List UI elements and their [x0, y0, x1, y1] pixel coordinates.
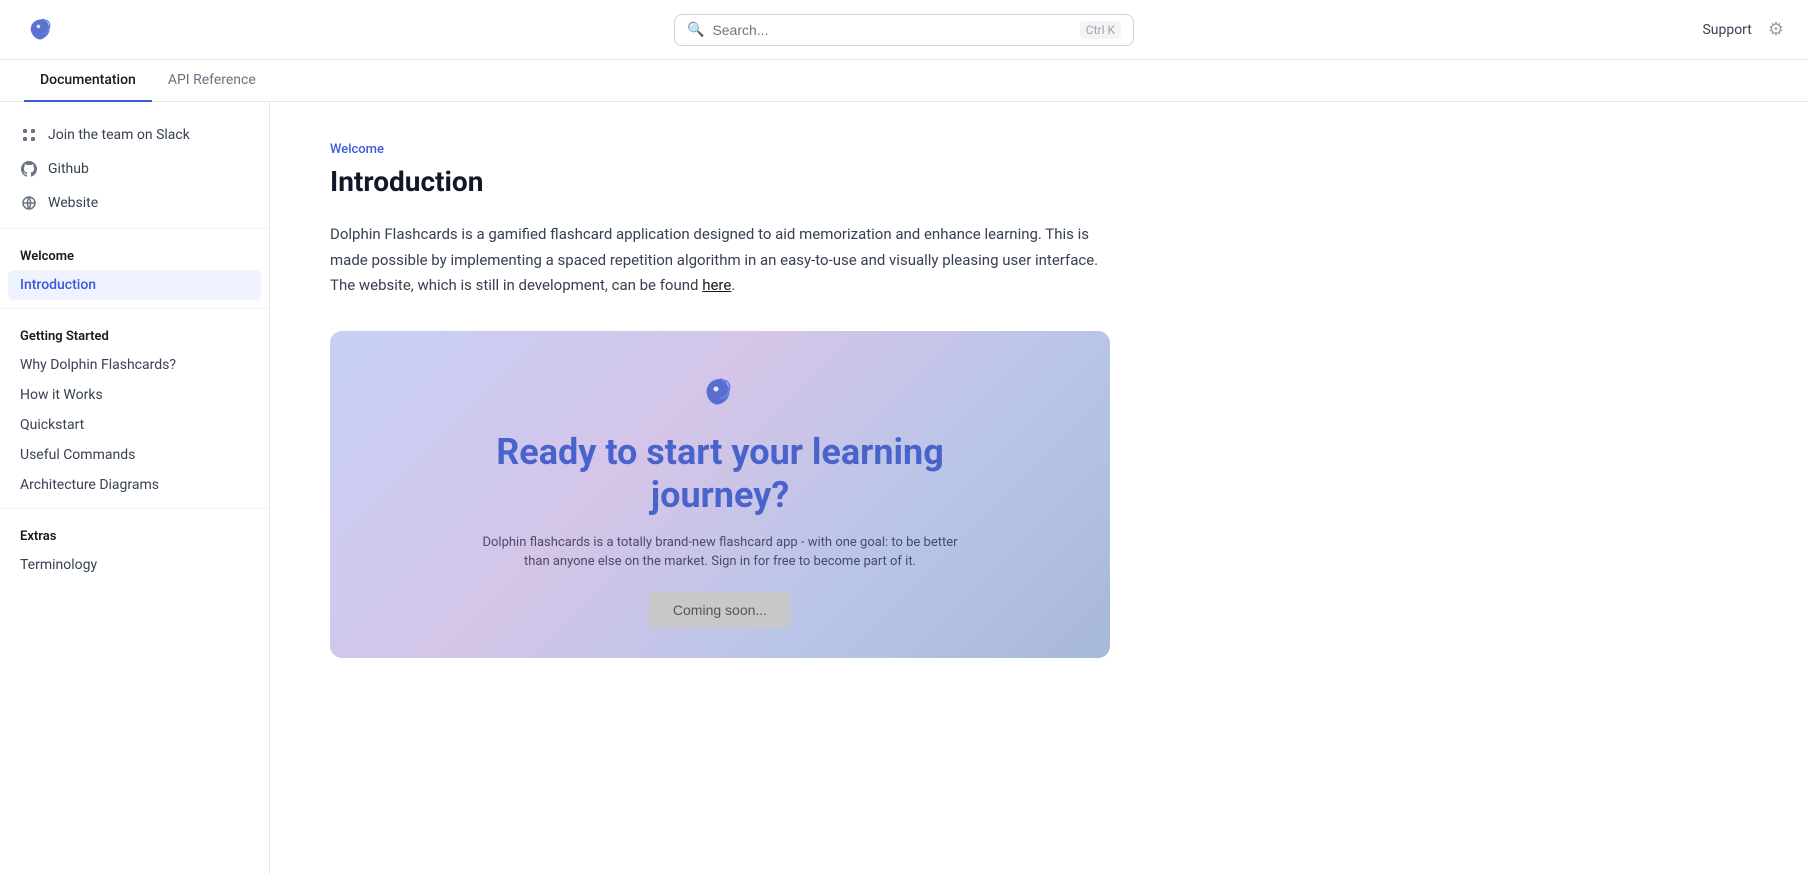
slack-label: Join the team on Slack: [48, 127, 190, 143]
sidebar-divider-2: [0, 308, 269, 309]
sidebar-item-architecture-diagrams[interactable]: Architecture Diagrams: [0, 470, 269, 500]
tabs-nav: Documentation API Reference: [0, 60, 1808, 102]
sidebar-item-how-it-works[interactable]: How it Works: [0, 380, 269, 410]
banner-title: Ready to start your learning journey?: [496, 431, 944, 517]
header: 🔍 Ctrl K Support ⚙: [0, 0, 1808, 60]
tab-documentation[interactable]: Documentation: [24, 60, 152, 102]
sidebar-section-extras: Extras: [0, 517, 269, 550]
sidebar-item-quickstart[interactable]: Quickstart: [0, 410, 269, 440]
tab-api-reference[interactable]: API Reference: [152, 60, 272, 102]
sidebar-item-useful-commands[interactable]: Useful Commands: [0, 440, 269, 470]
slack-icon: [20, 126, 38, 144]
github-label: Github: [48, 161, 89, 177]
page-description: Dolphin Flashcards is a gamified flashca…: [330, 222, 1110, 299]
header-right: Support ⚙: [1702, 19, 1784, 40]
sidebar-item-terminology[interactable]: Terminology: [0, 550, 269, 580]
layout: Join the team on Slack Github Website: [0, 102, 1808, 874]
github-icon: [20, 160, 38, 178]
sidebar-item-introduction[interactable]: Introduction: [8, 270, 261, 300]
sidebar-item-github[interactable]: Github: [0, 152, 269, 186]
sidebar-item-website[interactable]: Website: [0, 186, 269, 220]
sidebar-section-welcome: Welcome: [0, 237, 269, 270]
banner-subtitle: Dolphin flashcards is a totally brand-ne…: [480, 533, 960, 572]
search-icon: 🔍: [687, 22, 704, 38]
main-content: Welcome Introduction Dolphin Flashcards …: [270, 102, 1170, 874]
support-link[interactable]: Support: [1702, 22, 1751, 38]
search-shortcut: Ctrl K: [1080, 21, 1121, 39]
sidebar: Join the team on Slack Github Website: [0, 102, 270, 874]
logo[interactable]: [24, 12, 60, 48]
website-icon: [20, 194, 38, 212]
sidebar-item-slack[interactable]: Join the team on Slack: [0, 118, 269, 152]
page-title: Introduction: [330, 165, 1110, 198]
breadcrumb: Welcome: [330, 142, 1110, 157]
search-input[interactable]: [712, 22, 1071, 38]
sidebar-divider-3: [0, 508, 269, 509]
settings-icon[interactable]: ⚙: [1768, 19, 1784, 40]
banner-card: Ready to start your learning journey? Do…: [330, 331, 1110, 658]
search-bar[interactable]: 🔍 Ctrl K: [674, 14, 1134, 46]
website-label: Website: [48, 195, 98, 211]
coming-soon-button[interactable]: Coming soon...: [649, 592, 791, 628]
description-text-2: .: [731, 276, 735, 294]
sidebar-section-getting-started: Getting Started: [0, 317, 269, 350]
description-link[interactable]: here: [702, 276, 731, 294]
sidebar-item-why[interactable]: Why Dolphin Flashcards?: [0, 350, 269, 380]
sidebar-divider-1: [0, 228, 269, 229]
